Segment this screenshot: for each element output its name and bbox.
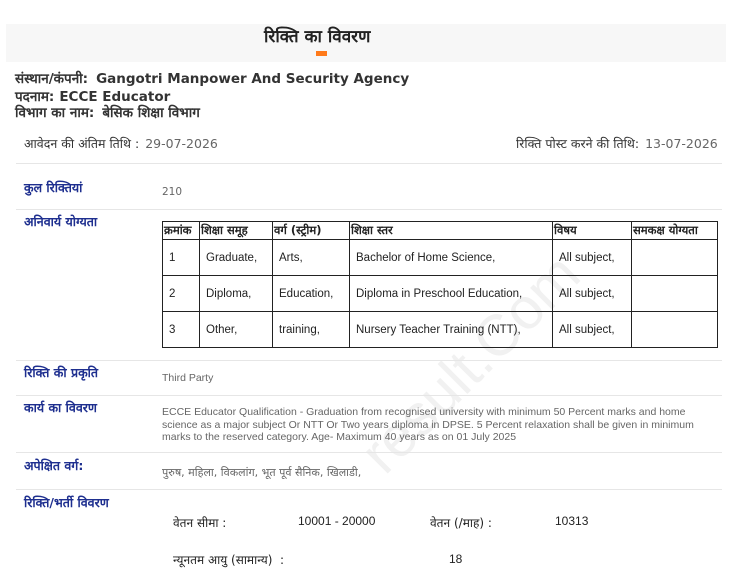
min-age-value: 18 — [449, 552, 463, 566]
salary-label: वेतन (/माह) : — [430, 516, 492, 530]
cell-education-group: Graduate, — [199, 239, 273, 276]
col-header-subject: विषय — [552, 221, 632, 240]
cell-equivalent — [631, 311, 718, 348]
recruitment-label: रिक्ति/भर्ती विवरण — [24, 495, 109, 510]
divider — [16, 360, 722, 361]
cell-education-level: Diploma in Preschool Education, — [349, 275, 553, 312]
table-header-row: क्रमांक शिक्षा समूह वर्ग (स्ट्रीम) शिक्ष… — [162, 221, 718, 240]
pay-range-label: वेतन सीमा : — [173, 516, 227, 530]
col-header-education-group: शिक्षा समूह — [199, 221, 273, 240]
col-header-serial: क्रमांक — [162, 221, 200, 240]
institution-label: संस्थान/कंपनी: — [15, 71, 89, 87]
last-date-label: आवेदन की अंतिम तिथि : — [24, 136, 140, 151]
page-title: रिक्ति का विवरण — [264, 27, 371, 47]
cell-subject: All subject, — [552, 275, 632, 312]
institution-value: Gangotri Manpower And Security Agency — [96, 71, 410, 87]
min-age-label: न्यूनतम आयु (सामान्य) : — [173, 553, 285, 567]
cell-subject: All subject, — [552, 239, 632, 276]
nature-value: Third Party — [162, 372, 214, 384]
last-date-value: 29-07-2026 — [145, 136, 218, 151]
department-value: बेसिक शिक्षा विभाग — [102, 105, 200, 121]
department-line: विभाग का नाम: बेसिक शिक्षा विभाग — [15, 103, 200, 121]
last-date: आवेदन की अंतिम तिथि : 29-07-2026 — [24, 135, 218, 152]
salary-value: 10313 — [555, 514, 589, 528]
nature-label: रिक्ति की प्रकृति — [24, 365, 99, 380]
cell-equivalent — [631, 275, 718, 312]
cell-stream: training, — [272, 311, 350, 348]
title-underline — [316, 51, 327, 56]
divider — [16, 209, 722, 210]
cell-education-level: Nursery Teacher Training (NTT), — [349, 311, 553, 348]
post-date-value: 13-07-2026 — [645, 136, 718, 151]
col-header-equivalent: समकक्ष योग्यता — [631, 221, 718, 240]
post-date: रिक्ति पोस्ट करने की तिथि: 13-07-2026 — [516, 135, 718, 152]
cell-education-group: Diploma, — [199, 275, 273, 312]
table-row: 2 Diploma, Education, Diploma in Prescho… — [162, 275, 718, 312]
vacancies-value: 210 — [162, 186, 183, 198]
vacancies-label: कुल रिक्तियां — [24, 180, 83, 195]
table-row: 1 Graduate, Arts, Bachelor of Home Scien… — [162, 239, 718, 276]
cell-equivalent — [631, 239, 718, 276]
cell-subject: All subject, — [552, 311, 632, 348]
table-row: 3 Other, training, Nursery Teacher Train… — [162, 311, 718, 348]
qualification-table: क्रमांक शिक्षा समूह वर्ग (स्ट्रीम) शिक्ष… — [162, 221, 718, 348]
category-label: अपेक्षित वर्ग: — [24, 458, 84, 473]
cell-serial: 1 — [162, 239, 200, 276]
divider — [16, 489, 722, 490]
work-description: ECCE Educator Qualification - Graduation… — [162, 406, 694, 443]
department-label: विभाग का नाम: — [15, 105, 95, 121]
qualification-label: अनिवार्य योग्यता — [24, 214, 98, 229]
col-header-stream: वर्ग (स्ट्रीम) — [272, 221, 350, 240]
cell-education-group: Other, — [199, 311, 273, 348]
cell-education-level: Bachelor of Home Science, — [349, 239, 553, 276]
col-header-education-level: शिक्षा स्तर — [349, 221, 553, 240]
institution-line: संस्थान/कंपनी: Gangotri Manpower And Secu… — [15, 69, 409, 87]
pay-range-value: 10001 - 20000 — [298, 514, 376, 528]
category-value: पुरुष, महिला, विकलांग, भूत पूर्व सैनिक, … — [162, 466, 362, 479]
work-label: कार्य का विवरण — [24, 400, 97, 415]
divider — [16, 395, 722, 396]
post-date-label: रिक्ति पोस्ट करने की तिथि: — [516, 136, 640, 151]
cell-stream: Education, — [272, 275, 350, 312]
divider — [16, 163, 722, 164]
cell-stream: Arts, — [272, 239, 350, 276]
cell-serial: 2 — [162, 275, 200, 312]
divider — [16, 452, 722, 453]
cell-serial: 3 — [162, 311, 200, 348]
